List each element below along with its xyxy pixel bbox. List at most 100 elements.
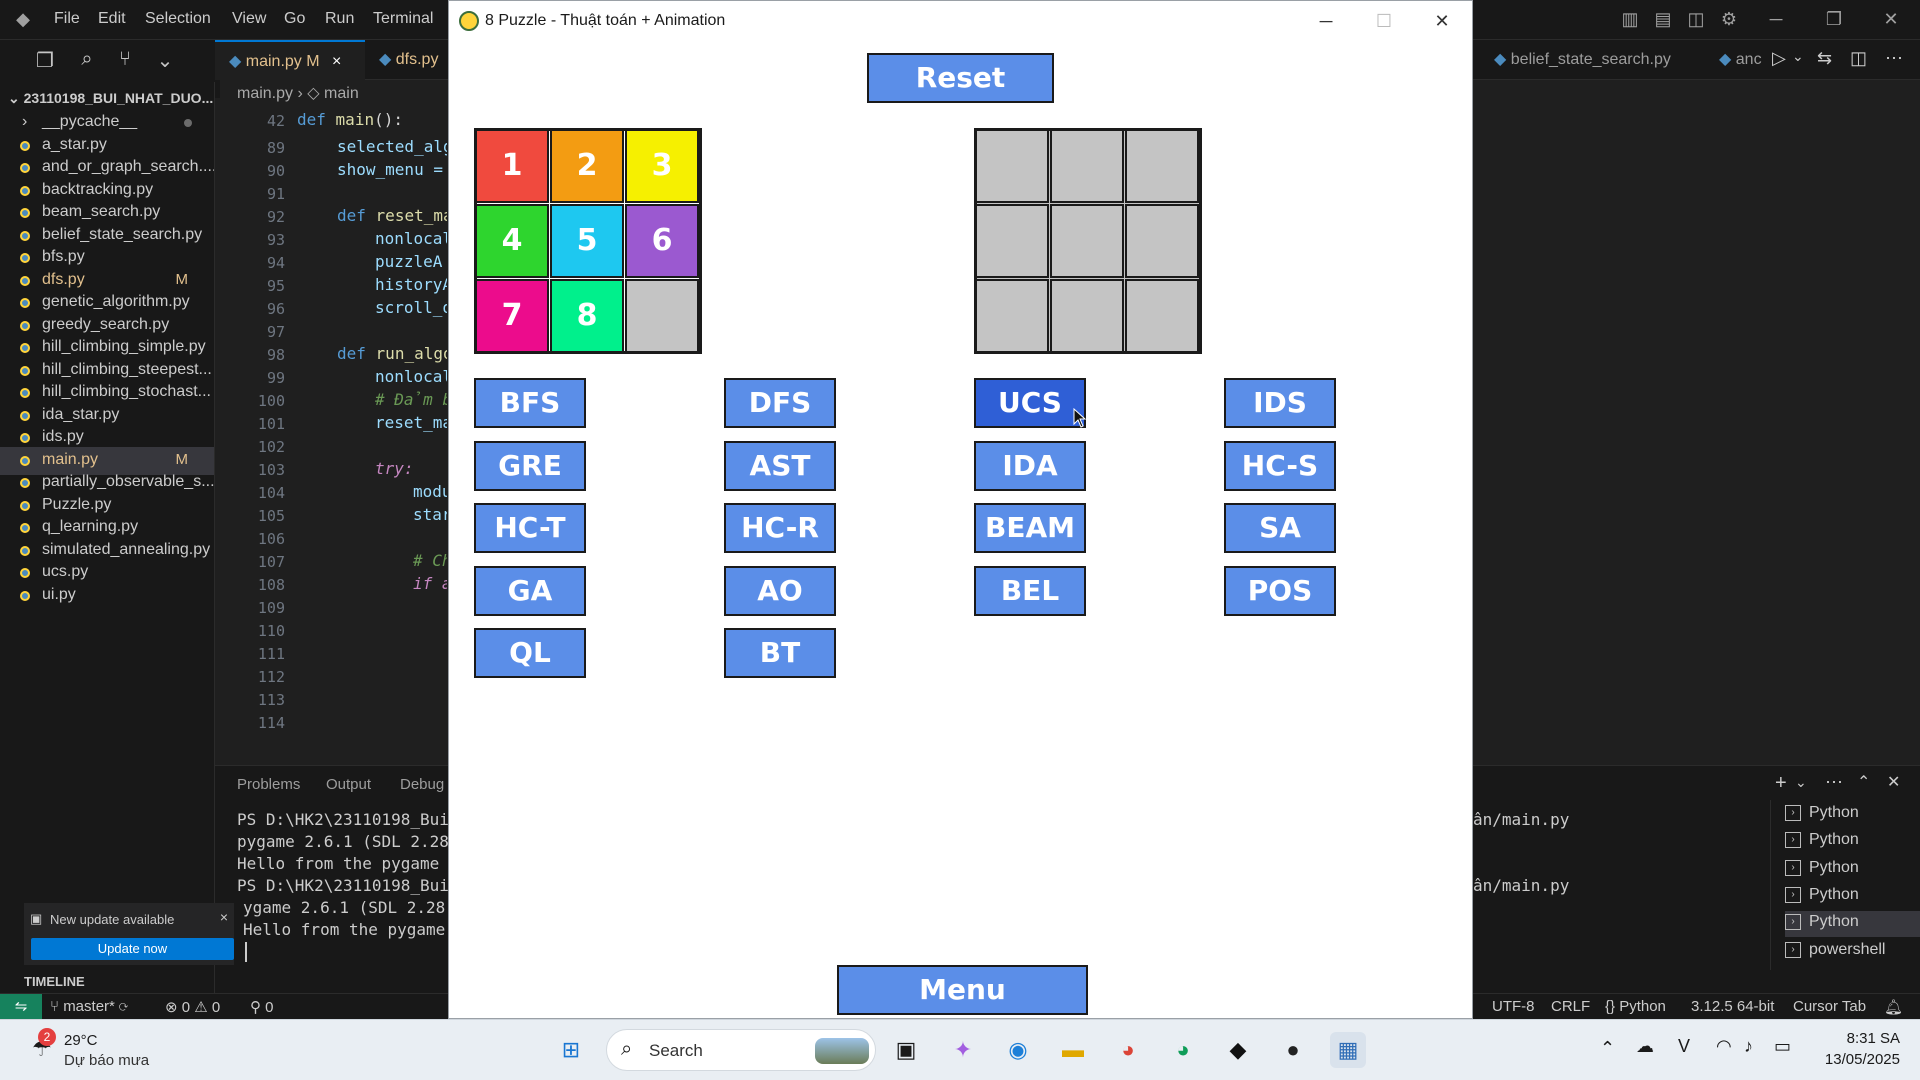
branch-status[interactable]: ⑂ master* ⟳ [50,998,128,1015]
algo-button-hc-t[interactable]: HC-T [474,503,586,553]
new-terminal-icon[interactable]: + [1775,772,1787,795]
puzzle-tile[interactable]: 7 [475,279,549,353]
menu-go[interactable]: Go [284,10,305,28]
toggle-panel-icon[interactable]: ▤ [1652,8,1674,30]
puzzle-tile[interactable]: 2 [550,129,624,203]
terminal-list-item[interactable]: › Python [1785,802,1920,828]
terminal-list-item[interactable]: › Python [1785,911,1920,937]
weather-widget[interactable]: ☂ 2 [30,1028,64,1064]
algo-button-sa[interactable]: SA [1224,503,1336,553]
chrome-icon[interactable]: ◕ [1110,1032,1146,1068]
menu-view[interactable]: View [232,10,266,28]
toggle-sidebar-icon[interactable]: ▥ [1619,8,1641,30]
compare-icon[interactable]: ⇆ [1817,48,1832,69]
chevron-up-icon[interactable]: ⌃ [1600,1038,1615,1059]
run-icon[interactable]: ▷ [1772,48,1786,69]
taskbar-search[interactable]: ⌕ Search [606,1029,876,1071]
algo-button-ida[interactable]: IDA [974,440,1086,491]
maximize-icon[interactable]: ☐ [1361,5,1407,37]
remote-icon[interactable]: ⇋ [0,994,42,1020]
close-tab-icon[interactable]: × [332,53,341,70]
close-notification-icon[interactable]: × [220,909,228,925]
algo-button-ao[interactable]: AO [724,565,836,616]
windows-start-icon[interactable]: ⊞ [553,1032,589,1068]
more-actions-icon[interactable]: ⋯ [1825,772,1843,793]
algo-button-beam[interactable]: BEAM [974,503,1086,553]
volume-icon[interactable]: ♪ [1744,1036,1753,1057]
algo-button-pos[interactable]: POS [1224,565,1336,616]
toggle-secondary-sidebar-icon[interactable]: ◫ [1685,8,1707,30]
algo-button-dfs[interactable]: DFS [724,378,836,428]
update-now-button[interactable]: Update now [31,938,234,960]
edge-icon[interactable]: ◉ [1000,1032,1036,1068]
restore-vscode-icon[interactable]: ❐ [1823,8,1845,30]
customize-layout-icon[interactable]: ⚙ [1718,8,1740,30]
tab-main-py[interactable]: ◆ main.py M × [215,40,365,80]
menu-selection[interactable]: Selection [145,10,211,28]
tab-problems[interactable]: Problems [237,776,300,793]
algo-button-bfs[interactable]: BFS [474,378,586,428]
menu-terminal[interactable]: Terminal [373,10,433,28]
ports-status[interactable]: ⚲ 0 [250,998,274,1016]
split-editor-icon[interactable]: ◫ [1850,48,1867,69]
close-panel-icon[interactable]: ✕ [1887,772,1900,792]
wifi-icon[interactable]: ◠ [1716,1036,1732,1057]
puzzle-tile[interactable]: 1 [475,129,549,203]
github-desktop-icon[interactable]: ● [1275,1032,1311,1068]
chevron-down-icon[interactable]: ⌄ [152,48,178,73]
python-version-status[interactable]: 3.12.5 64-bit [1691,998,1774,1015]
workspace-root[interactable]: ⌄ 23110198_BUI_NHAT_DUO... [8,90,213,107]
cursor-tab-status[interactable]: Cursor Tab [1793,998,1866,1015]
eol-status[interactable]: CRLF [1551,998,1590,1015]
algo-button-ucs[interactable]: UCS [974,378,1086,428]
tab-belief-state[interactable]: ◆ belief_state_search.py [1480,40,1680,80]
terminal-list-item[interactable]: › Python [1785,884,1920,910]
minimize-icon[interactable]: ─ [1303,5,1349,37]
chevron-down-icon[interactable]: ⌄ [1795,774,1807,791]
copilot-icon[interactable]: ✦ [945,1032,981,1068]
explorer-icon[interactable]: ❐ [32,48,58,73]
algo-button-hc-r[interactable]: HC-R [724,503,836,553]
algo-button-gre[interactable]: GRE [474,440,586,491]
terminal-list-item[interactable]: › Python [1785,857,1920,883]
close-icon[interactable]: ✕ [1419,5,1465,37]
algo-button-bel[interactable]: BEL [974,565,1086,616]
source-control-icon[interactable]: ⑂ [112,48,138,71]
bell-icon[interactable]: 🔔︎ [1884,998,1903,1016]
puzzle-tile[interactable]: 6 [625,204,699,278]
menu-run[interactable]: Run [325,10,354,28]
search-icon[interactable]: ⌕ [74,48,100,71]
minimize-vscode-icon[interactable]: ─ [1765,8,1787,30]
task-view-icon[interactable]: ▣ [888,1032,924,1068]
puzzle-tile-blank[interactable] [625,279,699,353]
menu-file[interactable]: File [54,10,80,28]
algo-button-ga[interactable]: GA [474,565,586,616]
tab-debug[interactable]: Debug [400,776,444,793]
terminal-list-item[interactable]: › powershell [1785,939,1920,965]
maximize-panel-icon[interactable]: ⌃ [1857,772,1870,792]
battery-icon[interactable]: ▭ [1774,1036,1791,1057]
tab-anc[interactable]: ◆ anc [1705,40,1775,80]
chevron-down-icon[interactable]: ⌄ [1792,48,1804,65]
algo-button-bt[interactable]: BT [724,628,836,678]
encoding-status[interactable]: UTF-8 [1492,998,1535,1015]
menu-edit[interactable]: Edit [98,10,126,28]
problems-status[interactable]: ⊗ 0 ⚠ 0 [165,998,220,1016]
algo-button-ids[interactable]: IDS [1224,378,1336,428]
tab-output[interactable]: Output [326,776,371,793]
algo-button-ast[interactable]: AST [724,440,836,491]
menu-button[interactable]: Menu [837,965,1088,1015]
cursor-app-icon[interactable]: ◆ [1220,1032,1256,1068]
reset-button[interactable]: Reset [867,53,1054,103]
algo-button-hc-s[interactable]: HC-S [1224,440,1336,491]
python-pygame-icon[interactable]: ▦ [1330,1032,1366,1068]
vpn-icon[interactable]: V [1678,1036,1690,1057]
language-status[interactable]: {} Python [1605,998,1666,1015]
more-actions-icon[interactable]: ⋯ [1885,48,1903,69]
terminal-list-item[interactable]: › Python [1785,829,1920,855]
file-item-ui[interactable]: ui.py [0,582,214,610]
file-explorer-icon[interactable]: ▬ [1055,1032,1091,1068]
onedrive-cloud-icon[interactable]: ☁ [1636,1036,1654,1057]
puzzle-tile[interactable]: 3 [625,129,699,203]
close-vscode-icon[interactable]: ✕ [1880,8,1902,30]
